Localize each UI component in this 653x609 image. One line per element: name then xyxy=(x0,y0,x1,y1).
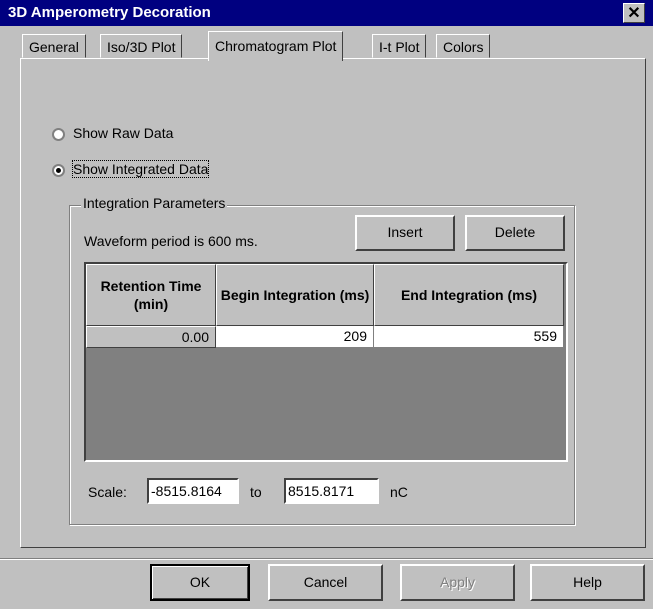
tab-chromatogram-plot[interactable]: Chromatogram Plot xyxy=(208,31,344,61)
close-button[interactable]: ✕ xyxy=(623,3,645,23)
scale-to-label: to xyxy=(250,484,262,500)
tab-general[interactable]: General xyxy=(22,34,86,58)
integration-parameters-label: Integration Parameters xyxy=(81,195,228,211)
tab-iso-3d-plot[interactable]: Iso/3D Plot xyxy=(100,34,183,58)
cell-end-integration[interactable]: 559 xyxy=(374,326,564,348)
scale-max-input[interactable]: 8515.8171 xyxy=(284,478,379,504)
column-header-begin-integration[interactable]: Begin Integration (ms) xyxy=(216,264,374,326)
cell-begin-integration[interactable]: 209 xyxy=(216,326,374,348)
column-header-retention-time[interactable]: Retention Time (min) xyxy=(86,264,216,326)
title-bar: 3D Amperometry Decoration ✕ xyxy=(0,0,653,26)
insert-button[interactable]: Insert xyxy=(355,215,455,251)
tab-it-plot[interactable]: I-t Plot xyxy=(372,34,427,58)
delete-button[interactable]: Delete xyxy=(465,215,565,251)
scale-label: Scale: xyxy=(88,484,127,500)
integrated-data-radio[interactable] xyxy=(52,164,65,177)
scale-unit-label: nC xyxy=(390,484,408,500)
apply-button[interactable]: Apply xyxy=(400,564,515,601)
tab-colors[interactable]: Colors xyxy=(436,34,491,58)
cancel-button[interactable]: Cancel xyxy=(268,564,383,601)
window-title: 3D Amperometry Decoration xyxy=(8,4,211,21)
raw-data-radio[interactable] xyxy=(52,128,65,141)
integration-table[interactable]: Retention Time (min) Begin Integration (… xyxy=(84,262,568,462)
cell-retention-time[interactable]: 0.00 xyxy=(86,326,216,348)
ok-button[interactable]: OK xyxy=(150,564,250,601)
raw-data-label[interactable]: Show Raw Data xyxy=(73,125,173,141)
column-header-end-integration[interactable]: End Integration (ms) xyxy=(374,264,564,326)
help-button[interactable]: Help xyxy=(530,564,645,601)
waveform-period-text: Waveform period is 600 ms. xyxy=(84,233,258,249)
integrated-data-label[interactable]: Show Integrated Data xyxy=(71,160,210,178)
scale-min-input[interactable]: -8515.8164 xyxy=(147,478,239,504)
footer-separator xyxy=(0,558,653,560)
close-icon[interactable]: ✕ xyxy=(627,5,640,22)
